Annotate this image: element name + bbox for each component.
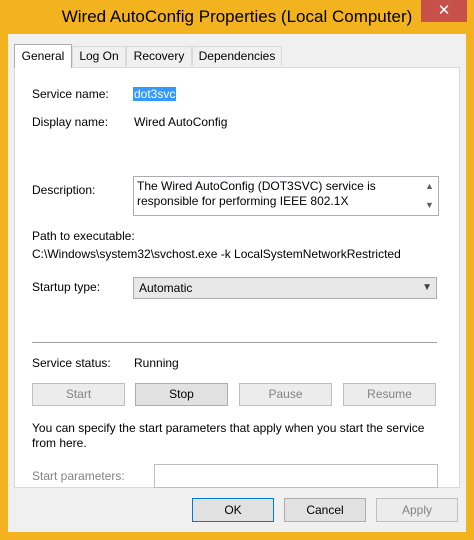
service-name-selected-text[interactable]: dot3svc bbox=[133, 87, 177, 101]
general-tab-panel: Service name: dot3svc Display name: Wire… bbox=[14, 67, 460, 488]
description-box[interactable]: The Wired AutoConfig (DOT3SVC) service i… bbox=[133, 176, 439, 216]
dialog-client: General Log On Recovery Dependencies Ser… bbox=[8, 34, 466, 532]
tab-dependencies[interactable]: Dependencies bbox=[192, 46, 282, 66]
path-value[interactable]: C:\Windows\system32\svchost.exe -k Local… bbox=[32, 247, 401, 261]
ok-button[interactable]: OK bbox=[192, 498, 274, 522]
path-label: Path to executable: bbox=[32, 229, 135, 243]
stop-button[interactable]: Stop bbox=[135, 383, 228, 406]
close-icon: ✕ bbox=[437, 2, 451, 19]
service-name-value[interactable]: dot3svc bbox=[133, 87, 177, 101]
tab-general[interactable]: General bbox=[14, 44, 72, 68]
start-parameters-input[interactable] bbox=[154, 464, 438, 488]
cancel-button[interactable]: Cancel bbox=[284, 498, 366, 522]
display-name-value[interactable]: Wired AutoConfig bbox=[134, 115, 227, 129]
startup-type-value: Automatic bbox=[139, 281, 193, 295]
start-button[interactable]: Start bbox=[32, 383, 125, 406]
scroll-up-icon[interactable]: ▲ bbox=[421, 178, 438, 195]
tab-recovery[interactable]: Recovery bbox=[126, 46, 192, 66]
startup-type-select[interactable]: Automatic ▼ bbox=[133, 277, 437, 299]
description-scrollbar[interactable]: ▲ ▼ bbox=[421, 177, 438, 215]
tab-log-on[interactable]: Log On bbox=[72, 46, 126, 66]
display-name-label: Display name: bbox=[32, 115, 109, 129]
chevron-down-icon: ▼ bbox=[422, 282, 432, 293]
service-status-label: Service status: bbox=[32, 356, 111, 370]
resume-button[interactable]: Resume bbox=[343, 383, 436, 406]
startup-type-label: Startup type: bbox=[32, 280, 101, 294]
description-label: Description: bbox=[32, 183, 96, 197]
close-button[interactable]: ✕ bbox=[421, 0, 467, 22]
start-parameters-label: Start parameters: bbox=[32, 469, 125, 483]
title-bar[interactable]: Wired AutoConfig Properties (Local Compu… bbox=[0, 0, 474, 34]
service-name-label: Service name: bbox=[32, 87, 109, 101]
description-text[interactable]: The Wired AutoConfig (DOT3SVC) service i… bbox=[137, 179, 417, 209]
divider bbox=[32, 342, 437, 343]
properties-window: Wired AutoConfig Properties (Local Compu… bbox=[0, 0, 474, 540]
help-text: You can specify the start parameters tha… bbox=[32, 421, 425, 450]
pause-button[interactable]: Pause bbox=[239, 383, 332, 406]
service-status-value: Running bbox=[134, 356, 179, 370]
window-title: Wired AutoConfig Properties (Local Compu… bbox=[61, 7, 413, 26]
apply-button[interactable]: Apply bbox=[376, 498, 458, 522]
scroll-down-icon[interactable]: ▼ bbox=[421, 197, 438, 214]
